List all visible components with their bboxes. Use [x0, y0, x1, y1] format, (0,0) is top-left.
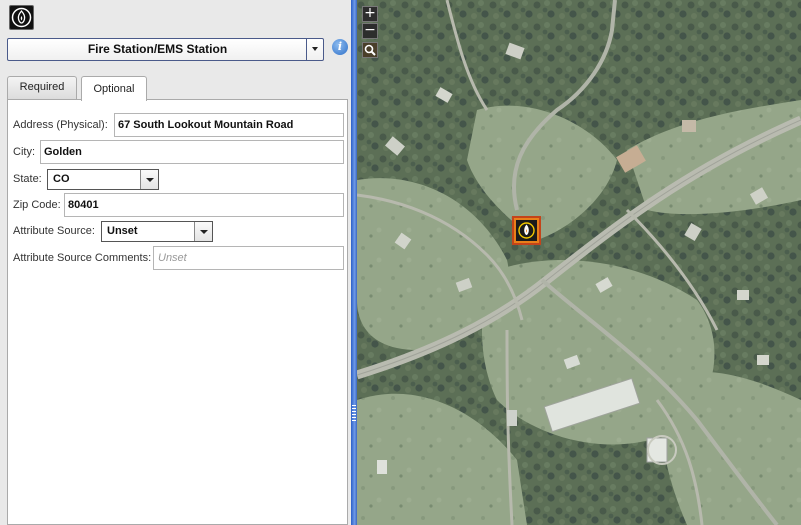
address-label: Address (Physical):	[13, 119, 108, 131]
chevron-down-icon[interactable]	[140, 170, 158, 189]
state-select[interactable]: CO	[47, 169, 159, 190]
tab-optional[interactable]: Optional	[81, 76, 147, 101]
state-label: State:	[13, 173, 42, 185]
chevron-down-icon[interactable]	[306, 39, 323, 60]
fire-station-icon	[516, 220, 537, 241]
zip-label: Zip Code:	[13, 199, 61, 211]
city-label: City:	[13, 146, 35, 158]
fire-station-map-marker[interactable]	[512, 216, 541, 245]
zoom-in-button[interactable]: +	[362, 6, 378, 22]
tab-required[interactable]: Required	[7, 76, 77, 99]
zoom-out-button[interactable]: −	[362, 23, 378, 39]
zip-field[interactable]: 80401	[64, 193, 344, 217]
feature-type-value: Fire Station/EMS Station	[87, 42, 228, 56]
aerial-map[interactable]: + −	[357, 0, 801, 525]
attribute-source-label: Attribute Source:	[13, 225, 95, 237]
feature-type-select[interactable]: Fire Station/EMS Station	[7, 38, 324, 61]
splitter-grip[interactable]	[352, 405, 356, 423]
editor-panel: Fire Station/EMS Station i Required Opti…	[0, 0, 351, 525]
city-field[interactable]: Golden	[40, 140, 344, 164]
chevron-down-icon[interactable]	[194, 222, 212, 241]
state-value: CO	[53, 173, 70, 185]
attribute-source-value: Unset	[107, 225, 138, 237]
address-field[interactable]: 67 South Lookout Mountain Road	[114, 113, 344, 137]
attribute-source-comments-field[interactable]: Unset	[153, 246, 344, 270]
aerial-imagery	[357, 0, 801, 525]
attribute-source-comments-label: Attribute Source Comments:	[13, 252, 152, 264]
magnifier-icon[interactable]	[362, 42, 378, 58]
fire-station-logo-icon	[9, 5, 34, 30]
attribute-source-select[interactable]: Unset	[101, 221, 213, 242]
info-icon[interactable]: i	[332, 39, 348, 55]
